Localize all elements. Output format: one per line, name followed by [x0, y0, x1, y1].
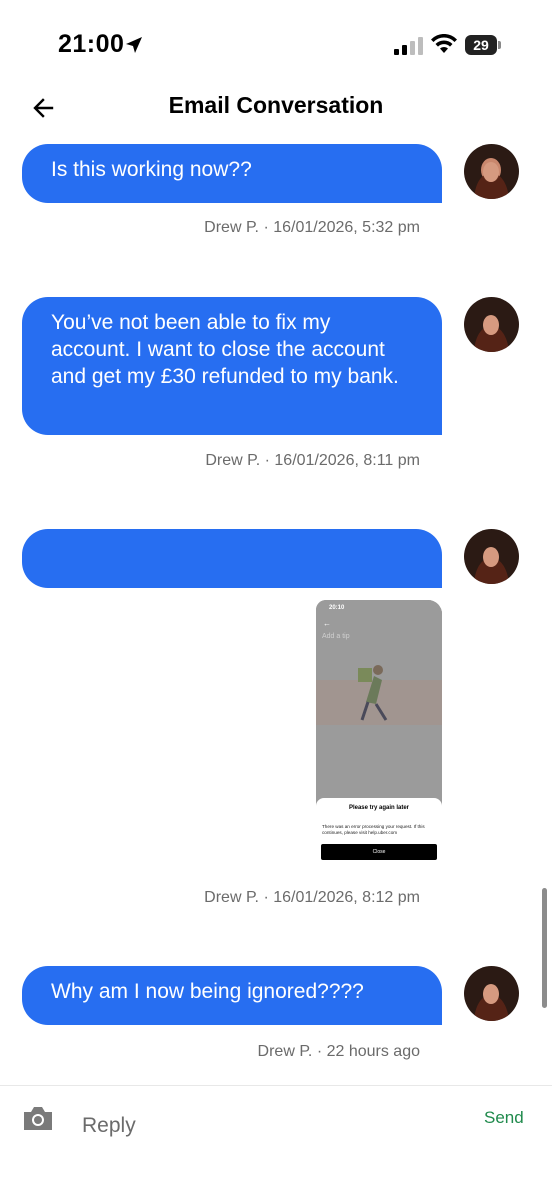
avatar [464, 144, 519, 199]
status-time: 21:00 [58, 30, 125, 58]
message-bubble: Why am I now being ignored???? [22, 966, 442, 1025]
user-avatar-image [464, 966, 519, 1021]
cellular-signal-icon [394, 37, 423, 55]
image-attachment[interactable]: 20:10 ← Add a tip Please try again later… [316, 600, 442, 864]
attachment-screen-title: Add a tip [322, 633, 350, 640]
battery-indicator: 29 [465, 35, 501, 55]
message-meta: Drew P. · 16/01/2026, 8:12 pm [204, 889, 420, 906]
message-bubble [22, 529, 442, 588]
user-avatar-image [464, 144, 519, 199]
send-button[interactable]: Send [484, 1108, 524, 1128]
divider [0, 1085, 552, 1086]
arrow-left-icon: ← [323, 619, 331, 628]
battery-level: 29 [465, 35, 497, 55]
user-avatar-image [464, 297, 519, 352]
message-meta: Drew P. · 16/01/2026, 5:32 pm [204, 219, 420, 236]
avatar [464, 966, 519, 1021]
wifi-icon [431, 34, 457, 53]
attachment-status-time: 20:10 [329, 605, 345, 611]
message-meta: Drew P. · 16/01/2026, 8:11 pm [205, 452, 420, 469]
avatar [464, 529, 519, 584]
message-bubble: You’ve not been able to fix my account. … [22, 297, 442, 435]
message-meta: Drew P. · 22 hours ago [257, 1043, 420, 1060]
avatar [464, 297, 519, 352]
reply-input[interactable] [82, 1106, 442, 1146]
header: Email Conversation [0, 80, 552, 136]
attachment-dialog: Please try again later There was an erro… [316, 798, 442, 864]
page-title: Email Conversation [168, 92, 384, 118]
attachment-dialog-body: There was an error processing your reque… [322, 824, 425, 835]
attachment-dialog-title: Please try again later [348, 805, 410, 811]
scrollbar[interactable] [542, 888, 547, 1008]
user-avatar-image [464, 529, 519, 584]
camera-icon[interactable] [22, 1104, 54, 1132]
message-bubble: Is this working now?? [22, 144, 442, 203]
location-arrow-icon [126, 37, 142, 53]
status-bar: 21:00 29 [0, 0, 552, 90]
attachment-dialog-button: Close [321, 844, 437, 860]
delivery-illustration [316, 665, 442, 725]
